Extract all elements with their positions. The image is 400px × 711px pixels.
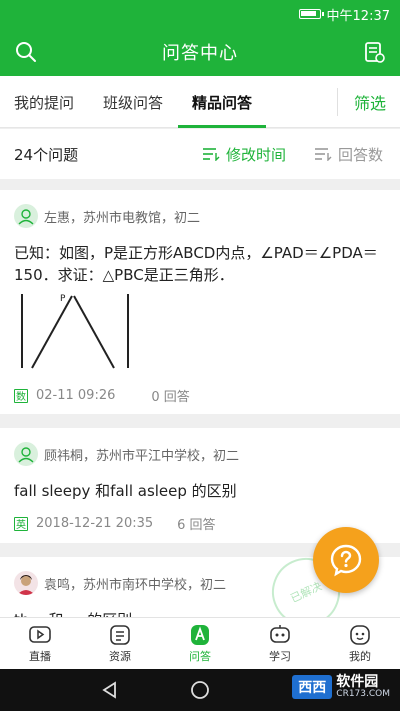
battery-icon xyxy=(298,9,324,19)
sort-icon xyxy=(315,148,332,161)
question-text: fall sleepy 和fall asleep 的区别 xyxy=(14,482,237,500)
search-icon[interactable] xyxy=(12,38,40,66)
tab-bar: 我的提问 班级问答 精品问答 筛选 xyxy=(0,76,400,128)
author-info: 左惠，苏州市电教馆，初二 xyxy=(44,210,201,226)
sort-bar: 24个问题 修改时间 回答数 xyxy=(0,129,400,179)
sort-by-answers[interactable]: 回答数 xyxy=(314,144,383,165)
watermark-badge: 西西 xyxy=(292,675,333,699)
study-icon xyxy=(270,625,290,643)
tab-my-questions[interactable]: 我的提问 xyxy=(14,76,74,128)
battery-level xyxy=(300,11,316,16)
avatar xyxy=(14,442,38,466)
tab-class-qa[interactable]: 班级问答 xyxy=(103,76,163,128)
ask-question-button[interactable] xyxy=(313,527,379,593)
answer-count: 6 回答 xyxy=(177,518,216,533)
question-count: 24个问题 xyxy=(14,145,79,164)
question-card[interactable]: 左惠，苏州市电教馆，初二 已知：如图，P是正方形ABCD内点，∠PAD＝∠PDA… xyxy=(0,190,400,414)
avatar xyxy=(14,571,38,595)
sort-by-time-label: 修改时间 xyxy=(226,145,287,164)
page-title: 问答中心 xyxy=(162,43,238,64)
author-row: 顾祎桐，苏州市平江中学校，初二 xyxy=(14,442,239,466)
back-icon[interactable] xyxy=(100,680,120,700)
status-time: 中午12:37 xyxy=(326,8,390,24)
tab-featured-qa[interactable]: 精品问答 xyxy=(192,76,252,128)
nav-qa[interactable]: 问答 xyxy=(160,618,240,670)
home-icon[interactable] xyxy=(190,680,210,700)
nav-qa-label: 问答 xyxy=(189,650,211,663)
nav-resource-label: 资源 xyxy=(109,650,131,663)
nav-resource[interactable]: 资源 xyxy=(80,618,160,670)
profile-icon xyxy=(350,625,370,645)
subject-badge: 英 xyxy=(14,516,28,531)
answer-count: 0 回答 xyxy=(151,390,190,405)
active-tab-indicator xyxy=(178,125,266,128)
status-bar: 中午12:37 xyxy=(0,0,400,28)
filter-button[interactable]: 筛选 xyxy=(354,76,386,128)
nav-study[interactable]: 学习 xyxy=(240,618,320,670)
author-info: 袁鸣，苏州市南环中学校，初二 xyxy=(44,577,227,593)
question-meta: 英 2018-12-21 20:35 6 回答 xyxy=(14,514,216,533)
question-date: 2018-12-21 20:35 xyxy=(36,516,154,531)
nav-profile-label: 我的 xyxy=(349,650,371,663)
geometry-figure: P xyxy=(21,294,129,369)
live-icon xyxy=(29,626,51,643)
qa-icon xyxy=(191,625,209,645)
nav-study-label: 学习 xyxy=(269,650,291,663)
subject-badge: 数 xyxy=(14,388,28,403)
author-row: 袁鸣，苏州市南环中学校，初二 xyxy=(14,571,226,595)
watermark-text: 软件园 xyxy=(336,674,379,690)
question-meta: 数 02-11 09:26 0 回答 xyxy=(14,386,190,405)
nav-live-label: 直播 xyxy=(29,650,51,663)
resource-icon xyxy=(110,625,130,645)
sort-by-time[interactable]: 修改时间 xyxy=(202,144,286,165)
tab-divider xyxy=(337,88,338,116)
watermark-sub: CR173.COM xyxy=(336,689,390,699)
figure-label: P xyxy=(60,294,66,304)
nav-profile[interactable]: 我的 xyxy=(320,618,400,670)
question-card[interactable]: 顾祎桐，苏州市平江中学校，初二 fall sleepy 和fall asleep… xyxy=(0,428,400,543)
avatar xyxy=(14,204,38,228)
notes-icon[interactable] xyxy=(360,38,388,66)
app-bar: 问答中心 xyxy=(0,28,400,76)
bottom-navigation: 直播 资源 问答 学习 我的 xyxy=(0,617,400,669)
sort-icon xyxy=(203,148,220,161)
question-text: 已知：如图，P是正方形ABCD内点，∠PAD＝∠PDA＝150．求证：△PBC是… xyxy=(14,244,378,284)
question-icon xyxy=(330,544,362,577)
author-row: 左惠，苏州市电教馆，初二 xyxy=(14,204,200,228)
sort-by-answers-label: 回答数 xyxy=(338,145,384,164)
author-info: 顾祎桐，苏州市平江中学校，初二 xyxy=(44,448,240,464)
site-watermark: 西西 软件园 CR173.COM xyxy=(292,675,390,699)
system-nav-bar: 西西 软件园 CR173.COM xyxy=(0,669,400,711)
nav-live[interactable]: 直播 xyxy=(0,618,80,670)
question-date: 02-11 09:26 xyxy=(36,388,116,403)
